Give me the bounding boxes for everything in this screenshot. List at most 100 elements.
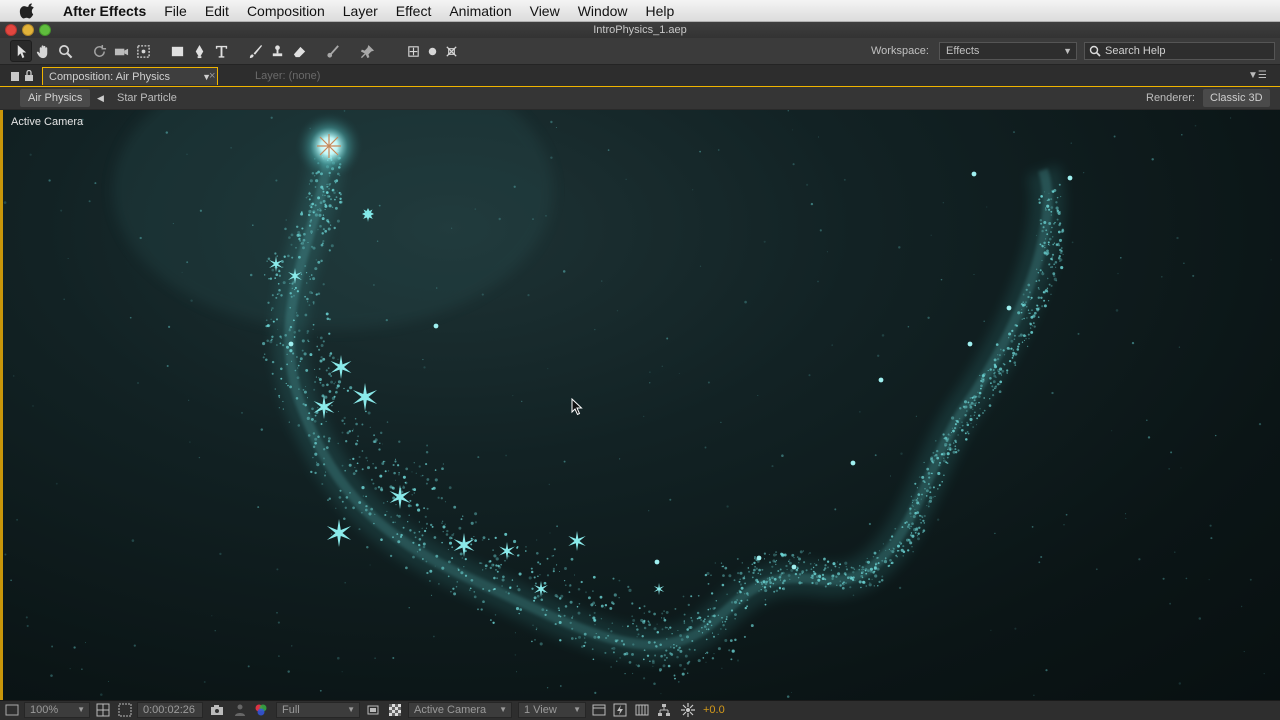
axis-world-icon[interactable] <box>424 40 440 62</box>
brush-tool-icon[interactable] <box>244 40 266 62</box>
axis-view-icon[interactable] <box>440 40 462 62</box>
particle-dot <box>637 664 640 668</box>
particle-dot <box>592 601 596 605</box>
menu-effect[interactable]: Effect <box>387 0 441 22</box>
particle-dot <box>309 179 313 183</box>
toggle-pixel-aspect-icon[interactable] <box>592 703 606 717</box>
resolution-dropdown[interactable]: Full ▼ <box>276 702 360 718</box>
menu-view[interactable]: View <box>521 0 569 22</box>
particle-dot <box>337 358 339 360</box>
selection-tool-icon[interactable] <box>10 40 32 62</box>
particle-dot <box>300 212 304 216</box>
flowchart-icon[interactable] <box>657 703 671 717</box>
minimize-window-button[interactable] <box>22 24 34 36</box>
menu-animation[interactable]: Animation <box>440 0 520 22</box>
menu-help[interactable]: Help <box>637 0 684 22</box>
chevron-down-icon: ▼ <box>77 705 85 714</box>
particle-dot <box>722 623 725 627</box>
particle-dot <box>738 580 741 583</box>
particle-dot <box>425 560 428 563</box>
zoom-window-button[interactable] <box>39 24 51 36</box>
clone-stamp-tool-icon[interactable] <box>266 40 288 62</box>
particle-dot <box>595 633 597 635</box>
region-of-interest-icon[interactable] <box>366 703 380 717</box>
puppet-pin-tool-icon[interactable] <box>356 40 378 62</box>
fast-previews-icon[interactable] <box>613 703 627 717</box>
background-star-dot <box>792 163 795 166</box>
particle-dot <box>801 582 803 584</box>
particle-dot <box>536 539 538 541</box>
transparency-grid-icon[interactable] <box>388 703 402 717</box>
particle-dot <box>423 529 427 533</box>
particle-dot <box>929 491 932 494</box>
particle-dot <box>928 483 930 485</box>
safe-margins-icon[interactable] <box>96 703 110 717</box>
menu-edit[interactable]: Edit <box>196 0 238 22</box>
color-channels-icon[interactable] <box>254 703 268 717</box>
tab-composition[interactable]: Composition: Air Physics ▼ <box>42 67 218 85</box>
reset-exposure-icon[interactable] <box>681 703 695 717</box>
background-star-dot <box>81 668 83 670</box>
panel-lock-icon[interactable] <box>10 70 38 82</box>
particle-dot <box>811 574 814 578</box>
menu-layer[interactable]: Layer <box>334 0 387 22</box>
axis-local-icon[interactable] <box>402 40 424 62</box>
particle-dot <box>655 645 658 648</box>
particle-dot <box>1038 201 1041 204</box>
camera-orbit-tool-icon[interactable] <box>110 40 132 62</box>
snapshot-camera-icon[interactable] <box>210 703 224 717</box>
particle-dot <box>323 457 325 460</box>
particle-dot <box>1048 222 1052 225</box>
tab-layer[interactable]: Layer: (none) <box>255 67 320 85</box>
mask-visibility-icon[interactable] <box>118 703 132 717</box>
apple-logo-icon[interactable] <box>18 2 38 19</box>
menu-app-name[interactable]: After Effects <box>54 0 155 22</box>
show-snapshot-icon[interactable] <box>233 703 247 717</box>
breadcrumb-air-physics[interactable]: Air Physics <box>20 89 91 107</box>
workspace-dropdown[interactable]: Effects ▼ <box>939 42 1077 60</box>
particle-dot <box>266 324 270 328</box>
renderer-button[interactable]: Classic 3D <box>1203 89 1270 107</box>
particle-dot <box>565 584 567 586</box>
breadcrumb-star-particle[interactable]: Star Particle <box>117 89 177 107</box>
background-star-dot <box>865 560 868 564</box>
magnification-dropdown[interactable]: 100% ▼ <box>24 702 90 718</box>
particle-dot <box>593 618 597 622</box>
particle-dot <box>296 376 300 380</box>
menu-window[interactable]: Window <box>569 0 637 22</box>
pan-behind-tool-icon[interactable] <box>132 40 154 62</box>
menu-file[interactable]: File <box>155 0 196 22</box>
exposure-value[interactable]: +0.0 <box>703 702 725 718</box>
3d-view-dropdown[interactable]: Active Camera ▼ <box>408 702 512 718</box>
particle-dot <box>918 503 921 505</box>
hand-tool-icon[interactable] <box>32 40 54 62</box>
close-tab-icon[interactable]: × <box>209 67 215 85</box>
particle-dot <box>664 626 667 629</box>
always-preview-icon[interactable] <box>5 703 19 717</box>
particle-dot <box>1006 372 1008 374</box>
timeline-icon[interactable] <box>635 703 649 717</box>
close-window-button[interactable] <box>5 24 17 36</box>
zoom-tool-icon[interactable] <box>54 40 76 62</box>
rotate-tool-icon[interactable] <box>88 40 110 62</box>
particle-dot <box>489 566 492 570</box>
composition-viewer[interactable] <box>0 110 1280 700</box>
particle-dot <box>823 568 826 572</box>
particle-dot <box>280 294 283 297</box>
particle-dot <box>393 471 396 475</box>
panel-menu-icon[interactable]: ▼☰ <box>1248 70 1267 81</box>
background-star-dot <box>133 644 136 647</box>
roto-brush-tool-icon[interactable] <box>322 40 344 62</box>
particle-dot <box>577 587 581 591</box>
menu-composition[interactable]: Composition <box>238 0 334 22</box>
type-tool-icon[interactable] <box>210 40 232 62</box>
particle-dot <box>578 602 581 605</box>
rectangle-tool-icon[interactable] <box>166 40 188 62</box>
search-help-input[interactable]: Search Help <box>1084 42 1275 60</box>
pen-tool-icon[interactable] <box>188 40 210 62</box>
current-time-display[interactable]: 0:00:02:26 <box>137 702 203 718</box>
eraser-tool-icon[interactable] <box>288 40 310 62</box>
view-layout-dropdown[interactable]: 1 View ▼ <box>518 702 586 718</box>
particle-dot <box>673 644 675 646</box>
particle-dot <box>1054 221 1056 224</box>
